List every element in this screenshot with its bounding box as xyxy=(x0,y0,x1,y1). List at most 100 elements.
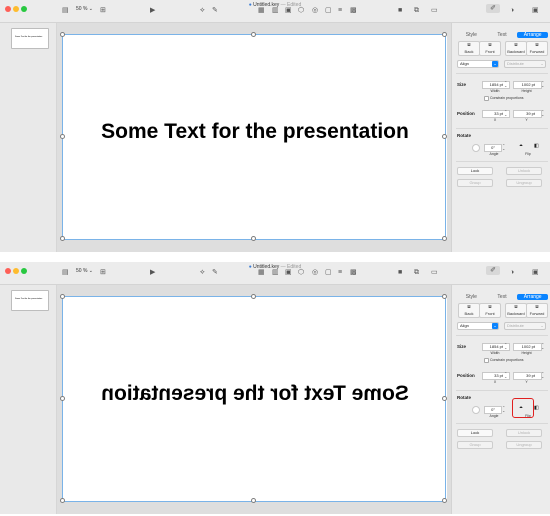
y-field[interactable]: 39 pt xyxy=(513,372,542,380)
angle-dial[interactable] xyxy=(472,144,480,152)
y-stepper[interactable]: ⌃ ⌄ xyxy=(541,110,544,117)
slide-canvas[interactable]: Some Text for the presentation xyxy=(60,294,447,503)
x-stepper[interactable]: ⌃ ⌄ xyxy=(504,372,507,379)
y-stepper[interactable]: ⌃ ⌄ xyxy=(541,372,544,379)
front-button[interactable]: ⧈ Front xyxy=(479,303,501,318)
unlock-button[interactable]: Unlock xyxy=(506,167,542,175)
backward-button[interactable]: ⧈ Backward xyxy=(505,303,527,318)
width-label: Width xyxy=(490,89,500,93)
resize-handle[interactable] xyxy=(442,32,447,37)
resize-handle[interactable] xyxy=(442,498,447,503)
slide-thumbnail[interactable]: Some Text for the presentation xyxy=(11,28,49,49)
lock-button[interactable]: Lock xyxy=(457,167,493,175)
chevron-down-icon: ⌄ xyxy=(492,323,498,329)
angle-field[interactable]: 0° xyxy=(484,144,502,152)
title-bar: ▤ 50 % ⌄ ⊞ ▶ ⟡ ✎ ▦ ▥ ▣ ⬡ ◎ ▢ ≡ ▩ ■ ⧉ ▭ ●… xyxy=(0,262,550,285)
align-select[interactable]: Align ⌄ xyxy=(457,322,499,330)
backward-icon: ⧈ xyxy=(514,304,518,310)
flip-label: Flip xyxy=(525,152,531,156)
backward-icon: ⧈ xyxy=(514,42,518,48)
height-stepper[interactable]: ⌃ ⌄ xyxy=(541,81,544,88)
tab-arrange[interactable]: Arrange xyxy=(517,294,549,300)
slide-thumbnail[interactable]: Some Text for the presentation xyxy=(11,290,49,311)
resize-handle[interactable] xyxy=(251,32,256,37)
front-icon: ⧈ xyxy=(488,42,492,48)
y-label: Y xyxy=(525,380,528,384)
position-label: Position xyxy=(457,111,475,116)
divider xyxy=(456,161,548,162)
distribute-select[interactable]: Distribute ⌄ xyxy=(504,322,546,330)
divider xyxy=(456,335,548,336)
forward-icon: ⧈ xyxy=(535,42,539,48)
tab-text[interactable]: Text xyxy=(487,32,518,38)
forward-button[interactable]: ⧈ Forward xyxy=(526,303,548,318)
width-stepper[interactable]: ⌃ ⌄ xyxy=(504,343,507,350)
format-brush-icon[interactable]: ✐ xyxy=(486,266,500,275)
slide-text-box[interactable]: Some Text for the presentation xyxy=(63,382,447,406)
x-stepper[interactable]: ⌃ ⌄ xyxy=(504,110,507,117)
resize-handle[interactable] xyxy=(60,498,65,503)
document-title: ● Untitled.key — Edited xyxy=(248,2,302,8)
slide-canvas[interactable]: Some Text for the presentation xyxy=(60,32,447,241)
slide-navigator: Some Text for the presentation xyxy=(0,285,57,514)
constrain-checkbox[interactable] xyxy=(484,358,489,363)
chevron-down-icon: ⌄ xyxy=(540,323,544,328)
x-label: X xyxy=(493,118,497,122)
unlock-button[interactable]: Unlock xyxy=(506,429,542,437)
group-button[interactable]: Group xyxy=(457,441,493,449)
resize-handle[interactable] xyxy=(442,294,447,299)
distribute-select[interactable]: Distribute ⌄ xyxy=(504,60,546,68)
thumbnail-text: Some Text for the presentation xyxy=(15,298,43,300)
slide-navigator: Some Text for the presentation xyxy=(0,23,57,252)
height-field[interactable]: 1002 pt xyxy=(513,343,542,351)
format-brush-icon[interactable]: ✐ xyxy=(486,4,500,13)
backward-button[interactable]: ⧈ Backward xyxy=(505,41,527,56)
flip-vertical-icon[interactable]: ⏶ xyxy=(519,143,523,149)
tab-text[interactable]: Text xyxy=(487,294,518,300)
back-button[interactable]: ⧈ Back xyxy=(458,41,480,56)
resize-handle[interactable] xyxy=(251,498,256,503)
height-label: Height xyxy=(521,351,532,355)
divider xyxy=(456,128,548,129)
align-select[interactable]: Align ⌄ xyxy=(457,60,499,68)
inspector-tabs: Style Text Arrange xyxy=(456,32,549,38)
back-button[interactable]: ⧈ Back xyxy=(458,303,480,318)
angle-stepper[interactable]: ⌃ ⌄ xyxy=(502,144,505,151)
height-label: Height xyxy=(521,89,532,93)
tab-style[interactable]: Style xyxy=(456,294,487,300)
resize-handle[interactable] xyxy=(442,236,447,241)
tab-arrange[interactable]: Arrange xyxy=(517,32,549,38)
tab-style[interactable]: Style xyxy=(456,32,487,38)
animate-tab-icon[interactable]: ◑ xyxy=(510,268,514,278)
y-field[interactable]: 39 pt xyxy=(513,110,542,118)
document-tab-icon[interactable]: ▣ xyxy=(532,6,539,16)
angle-field[interactable]: 0° xyxy=(484,406,502,414)
divider xyxy=(456,423,548,424)
width-stepper[interactable]: ⌃ ⌄ xyxy=(504,81,507,88)
animate-tab-icon[interactable]: ◑ xyxy=(510,6,514,16)
resize-handle[interactable] xyxy=(60,294,65,299)
slide-text-box[interactable]: Some Text for the presentation xyxy=(63,120,447,144)
width-label: Width xyxy=(490,351,500,355)
flip-horizontal-icon[interactable]: ◧ xyxy=(534,405,539,411)
flip-horizontal-icon[interactable]: ◧ xyxy=(534,143,539,149)
angle-label: Angle xyxy=(489,152,499,156)
divider xyxy=(456,73,548,74)
constrain-checkbox[interactable] xyxy=(484,96,489,101)
group-button[interactable]: Group xyxy=(457,179,493,187)
ungroup-button[interactable]: Ungroup xyxy=(506,441,542,449)
angle-dial[interactable] xyxy=(472,406,480,414)
resize-handle[interactable] xyxy=(251,236,256,241)
resize-handle[interactable] xyxy=(251,294,256,299)
rotate-label: Rotate xyxy=(457,133,472,138)
resize-handle[interactable] xyxy=(60,236,65,241)
forward-button[interactable]: ⧈ Forward xyxy=(526,41,548,56)
height-field[interactable]: 1002 pt xyxy=(513,81,542,89)
angle-stepper[interactable]: ⌃ ⌄ xyxy=(502,406,505,413)
height-stepper[interactable]: ⌃ ⌄ xyxy=(541,343,544,350)
lock-button[interactable]: Lock xyxy=(457,429,493,437)
resize-handle[interactable] xyxy=(60,32,65,37)
ungroup-button[interactable]: Ungroup xyxy=(506,179,542,187)
document-tab-icon[interactable]: ▣ xyxy=(532,268,539,278)
front-button[interactable]: ⧈ Front xyxy=(479,41,501,56)
